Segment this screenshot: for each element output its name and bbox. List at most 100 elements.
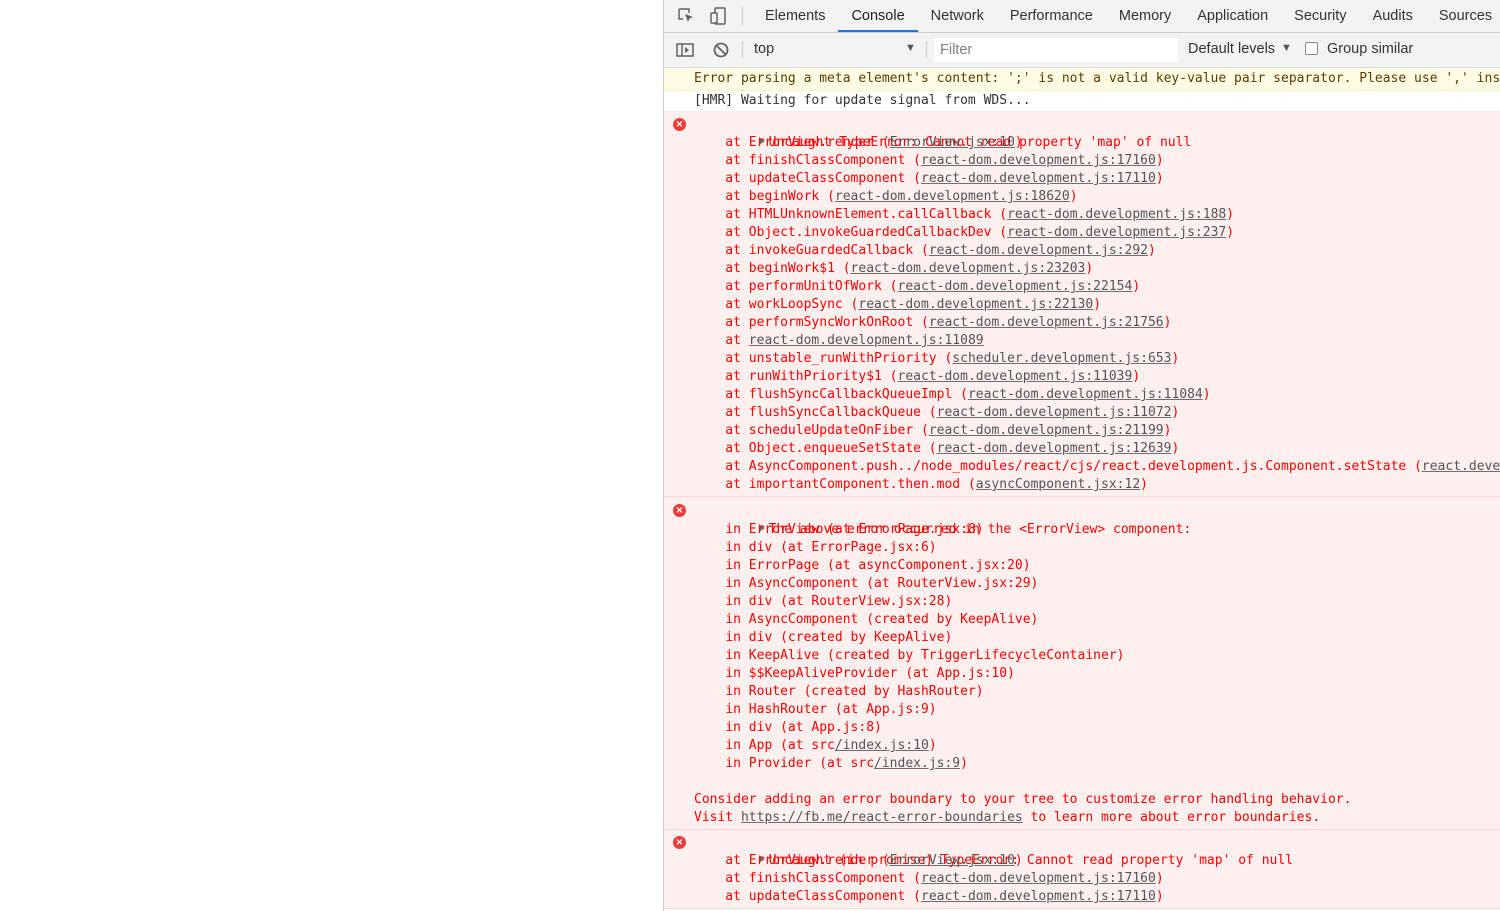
frame-function: invokeGuardedCallback [748, 243, 914, 258]
frame-function: beginWork$1 [748, 261, 835, 276]
source-link[interactable]: react-dom.development.js:17160 [921, 153, 1156, 168]
frame-function: performSyncWorkOnRoot [748, 315, 914, 330]
component-stack-line: in KeepAlive (created by TriggerLifecycl… [725, 648, 1125, 663]
stack-frame: at invokeGuardedCallback (react-dom.deve… [694, 243, 1156, 258]
stack-frame: at workLoopSync (react-dom.development.j… [694, 297, 1102, 312]
stack-frame: at scheduleUpdateOnFiber (react-dom.deve… [694, 423, 1172, 438]
tab-audits[interactable]: Audits [1360, 0, 1426, 32]
frame-function: ErrorView.render [748, 853, 875, 868]
frame-function: runWithPriority$1 [748, 369, 882, 384]
frame-function: AsyncComponent.push../node_modules/react… [748, 459, 1407, 474]
stack-frame: at updateClassComponent (react-dom.devel… [694, 889, 1164, 904]
tab-memory[interactable]: Memory [1106, 0, 1184, 32]
source-link[interactable]: react-dom.development.js:17160 [921, 871, 1156, 886]
source-link[interactable]: react-dom.development.js:21756 [929, 315, 1164, 330]
stack-frame: at Object.invokeGuardedCallbackDev (reac… [694, 225, 1235, 240]
source-link[interactable]: react-dom.development.js:17110 [921, 171, 1156, 186]
frame-function: ErrorView.render [748, 135, 875, 150]
frame-function: workLoopSync [748, 297, 843, 312]
source-link[interactable]: asyncComponent.jsx:12 [976, 477, 1140, 492]
clear-console-icon[interactable] [708, 33, 734, 67]
tab-performance[interactable]: Performance [997, 0, 1106, 32]
source-link[interactable]: /index.js:9 [874, 756, 960, 771]
source-link[interactable]: ErrorView.jsx:10 [890, 135, 1015, 150]
frame-function: finishClassComponent [748, 871, 906, 886]
error-boundaries-link[interactable]: https://fb.me/react-error-boundaries [741, 810, 1023, 825]
source-link[interactable]: react-dom.development.js:292 [929, 243, 1148, 258]
panel-tabs: Elements Console Network Performance Memory A… [752, 0, 1500, 32]
warning-icon [672, 68, 749, 100]
source-link[interactable]: react-dom.development.js:22154 [898, 279, 1133, 294]
console-error-message: × Uncaught TypeError: Cannot read proper… [664, 112, 1500, 497]
source-link[interactable]: react-dom.development.js:11084 [968, 387, 1203, 402]
tab-elements[interactable]: Elements [752, 0, 838, 32]
stack-frame: at beginWork$1 (react-dom.development.js… [694, 261, 1094, 276]
source-link[interactable]: react.development.js:325 [1422, 459, 1500, 474]
source-link[interactable]: react-dom.development.js:11089 [749, 333, 984, 348]
console-filter-bar: top ▼ Default levels ▼ Group similar [664, 33, 1500, 68]
component-stack-line: in div (created by KeepAlive) [725, 630, 953, 645]
component-stack-line: in Provider (at src/index.js:9) [725, 756, 968, 771]
stack-frame: at runWithPriority$1 (react-dom.developm… [694, 369, 1141, 384]
error-title-row[interactable]: Uncaught TypeError: Cannot read property… [664, 116, 1500, 150]
source-link[interactable]: react-dom.development.js:188 [1007, 207, 1226, 222]
stack-frame: at unstable_runWithPriority (scheduler.d… [694, 351, 1180, 366]
source-link[interactable]: react-dom.development.js:11039 [898, 369, 1133, 384]
component-stack-line: in Router (created by HashRouter) [725, 684, 984, 699]
source-link[interactable]: ErrorView.jsx:10 [890, 853, 1015, 868]
source-link[interactable]: react-dom.development.js:23203 [851, 261, 1086, 276]
source-link[interactable]: /index.js:10 [835, 738, 929, 753]
error-icon: × [673, 836, 686, 849]
tab-console[interactable]: Console [838, 0, 918, 32]
levels-dropdown-icon[interactable]: ▼ [1281, 42, 1292, 54]
frame-function: scheduleUpdateOnFiber [748, 423, 914, 438]
source-link[interactable]: react-dom.development.js:12639 [937, 441, 1172, 456]
source-link[interactable]: react-dom.development.js:22130 [858, 297, 1093, 312]
frame-function: unstable_runWithPriority [748, 351, 937, 366]
inspect-element-icon[interactable] [672, 0, 700, 32]
log-text: [HMR] Waiting for update signal from WDS… [694, 93, 1031, 108]
error-icon: × [673, 504, 686, 517]
tab-security[interactable]: Security [1281, 0, 1359, 32]
source-link[interactable]: react-dom.development.js:21199 [929, 423, 1164, 438]
devtools-tab-bar: Elements Console Network Performance Memory A… [664, 0, 1500, 33]
source-link[interactable]: react-dom.development.js:18620 [835, 189, 1070, 204]
console-filter-input[interactable] [934, 38, 1178, 62]
stack-frame: at importantComponent.then.mod (asyncCom… [694, 477, 1148, 492]
tab-application[interactable]: Application [1184, 0, 1281, 32]
filterbar-divider [742, 41, 743, 59]
component-stack-line: in div (at App.js:8) [725, 720, 882, 735]
device-toolbar-icon[interactable] [705, 0, 733, 32]
component-stack-line: in AsyncComponent (at RouterView.jsx:29) [725, 576, 1039, 591]
console-error-message: × Uncaught (in promise) TypeError: Canno… [664, 830, 1500, 909]
tab-sources[interactable]: Sources [1426, 0, 1500, 32]
show-sidebar-icon[interactable] [672, 33, 698, 67]
source-link[interactable]: react-dom.development.js:11072 [937, 405, 1172, 420]
component-stack-line: in div (at ErrorPage.jsx:6) [725, 540, 937, 555]
error-title-row[interactable]: The above error occurred in the <ErrorVi… [694, 503, 1500, 537]
stack-trace: at ErrorView.render (ErrorView.jsx:10) a… [694, 134, 1500, 494]
error-icon: × [673, 118, 686, 131]
group-similar-checkbox[interactable] [1305, 42, 1318, 55]
toolbar-divider [742, 7, 743, 25]
stack-frame: at AsyncComponent.push../node_modules/re… [694, 458, 1500, 476]
frame-function: performUnitOfWork [748, 279, 882, 294]
error-title-row[interactable]: Uncaught (in promise) TypeError: Cannot … [694, 834, 1500, 868]
context-selector[interactable]: top [754, 41, 774, 57]
source-link[interactable]: scheduler.development.js:653 [952, 351, 1171, 366]
frame-function: Object.enqueueSetState [748, 441, 921, 456]
tab-network[interactable]: Network [918, 0, 997, 32]
frame-function: importantComponent.then.mod [748, 477, 961, 492]
console-error-message: × The above error occurred in the <Error… [664, 497, 1500, 830]
component-stack-line: in div (at RouterView.jsx:28) [725, 594, 953, 609]
source-link[interactable]: react-dom.development.js:237 [1007, 225, 1226, 240]
stack-frame: at beginWork (react-dom.development.js:1… [694, 189, 1078, 204]
source-link[interactable]: react-dom.development.js:17110 [921, 889, 1156, 904]
context-dropdown-icon[interactable]: ▼ [905, 42, 916, 54]
log-levels-dropdown[interactable]: Default levels [1188, 41, 1275, 57]
console-log-message: [HMR] Waiting for update signal from WDS… [664, 91, 1500, 112]
filterbar-divider [926, 41, 927, 59]
frame-function: updateClassComponent [748, 171, 906, 186]
component-stack-line: in ErrorPage (at asyncComponent.jsx:20) [725, 558, 1031, 573]
